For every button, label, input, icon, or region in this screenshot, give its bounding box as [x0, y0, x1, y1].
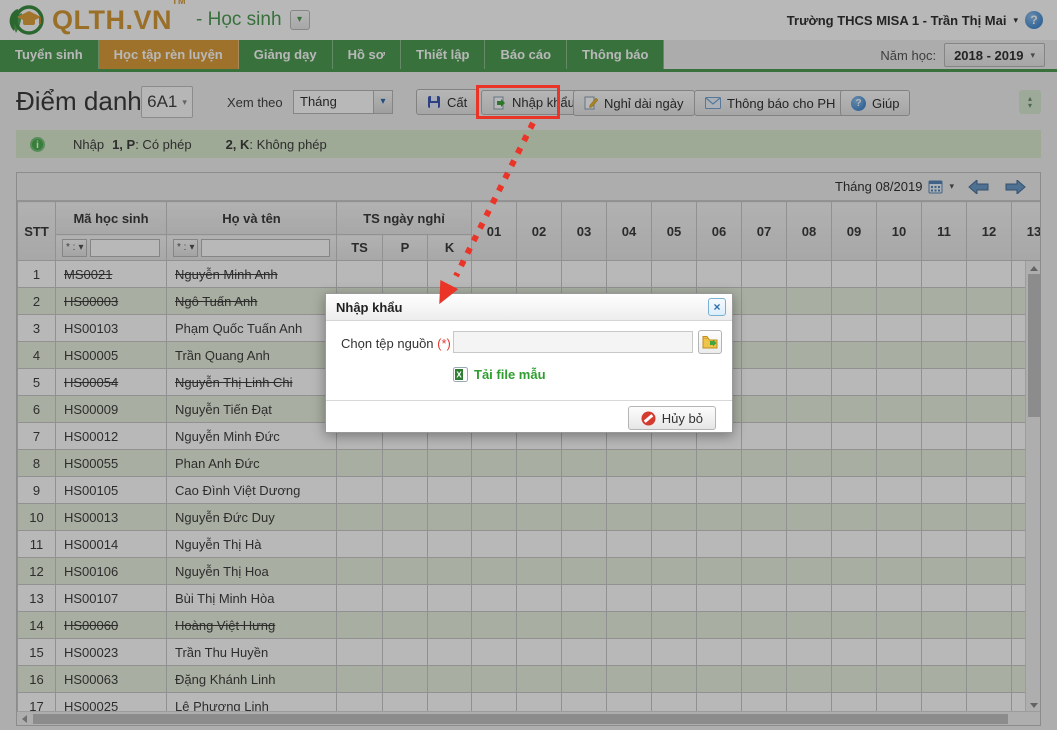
app-window: QLTH.VNTM - Học sinh ▾ Trường THCS MISA … [0, 0, 1057, 730]
excel-icon: X [453, 367, 468, 382]
browse-file-button[interactable] [698, 330, 722, 354]
cancel-button[interactable]: Hủy bỏ [627, 406, 716, 430]
folder-icon [702, 336, 718, 349]
required-mark: (*) [437, 336, 451, 351]
source-file-label: Chọn tệp nguồn (*) [341, 336, 451, 351]
source-file-input[interactable] [453, 331, 693, 353]
dialog-footer: Hủy bỏ [326, 400, 732, 433]
download-template-link[interactable]: X Tải file mẫu [453, 367, 546, 382]
svg-text:X: X [456, 371, 462, 380]
dialog-body: Chọn tệp nguồn (*) X Tải file mẫu [326, 321, 732, 400]
close-icon[interactable]: × [708, 298, 726, 316]
import-dialog: Nhập khẩu × Chọn tệp nguồn (*) X Tải fil… [325, 293, 733, 433]
cancel-icon [641, 411, 656, 425]
dialog-titlebar: Nhập khẩu × [326, 294, 732, 321]
dialog-title: Nhập khẩu [336, 299, 403, 315]
